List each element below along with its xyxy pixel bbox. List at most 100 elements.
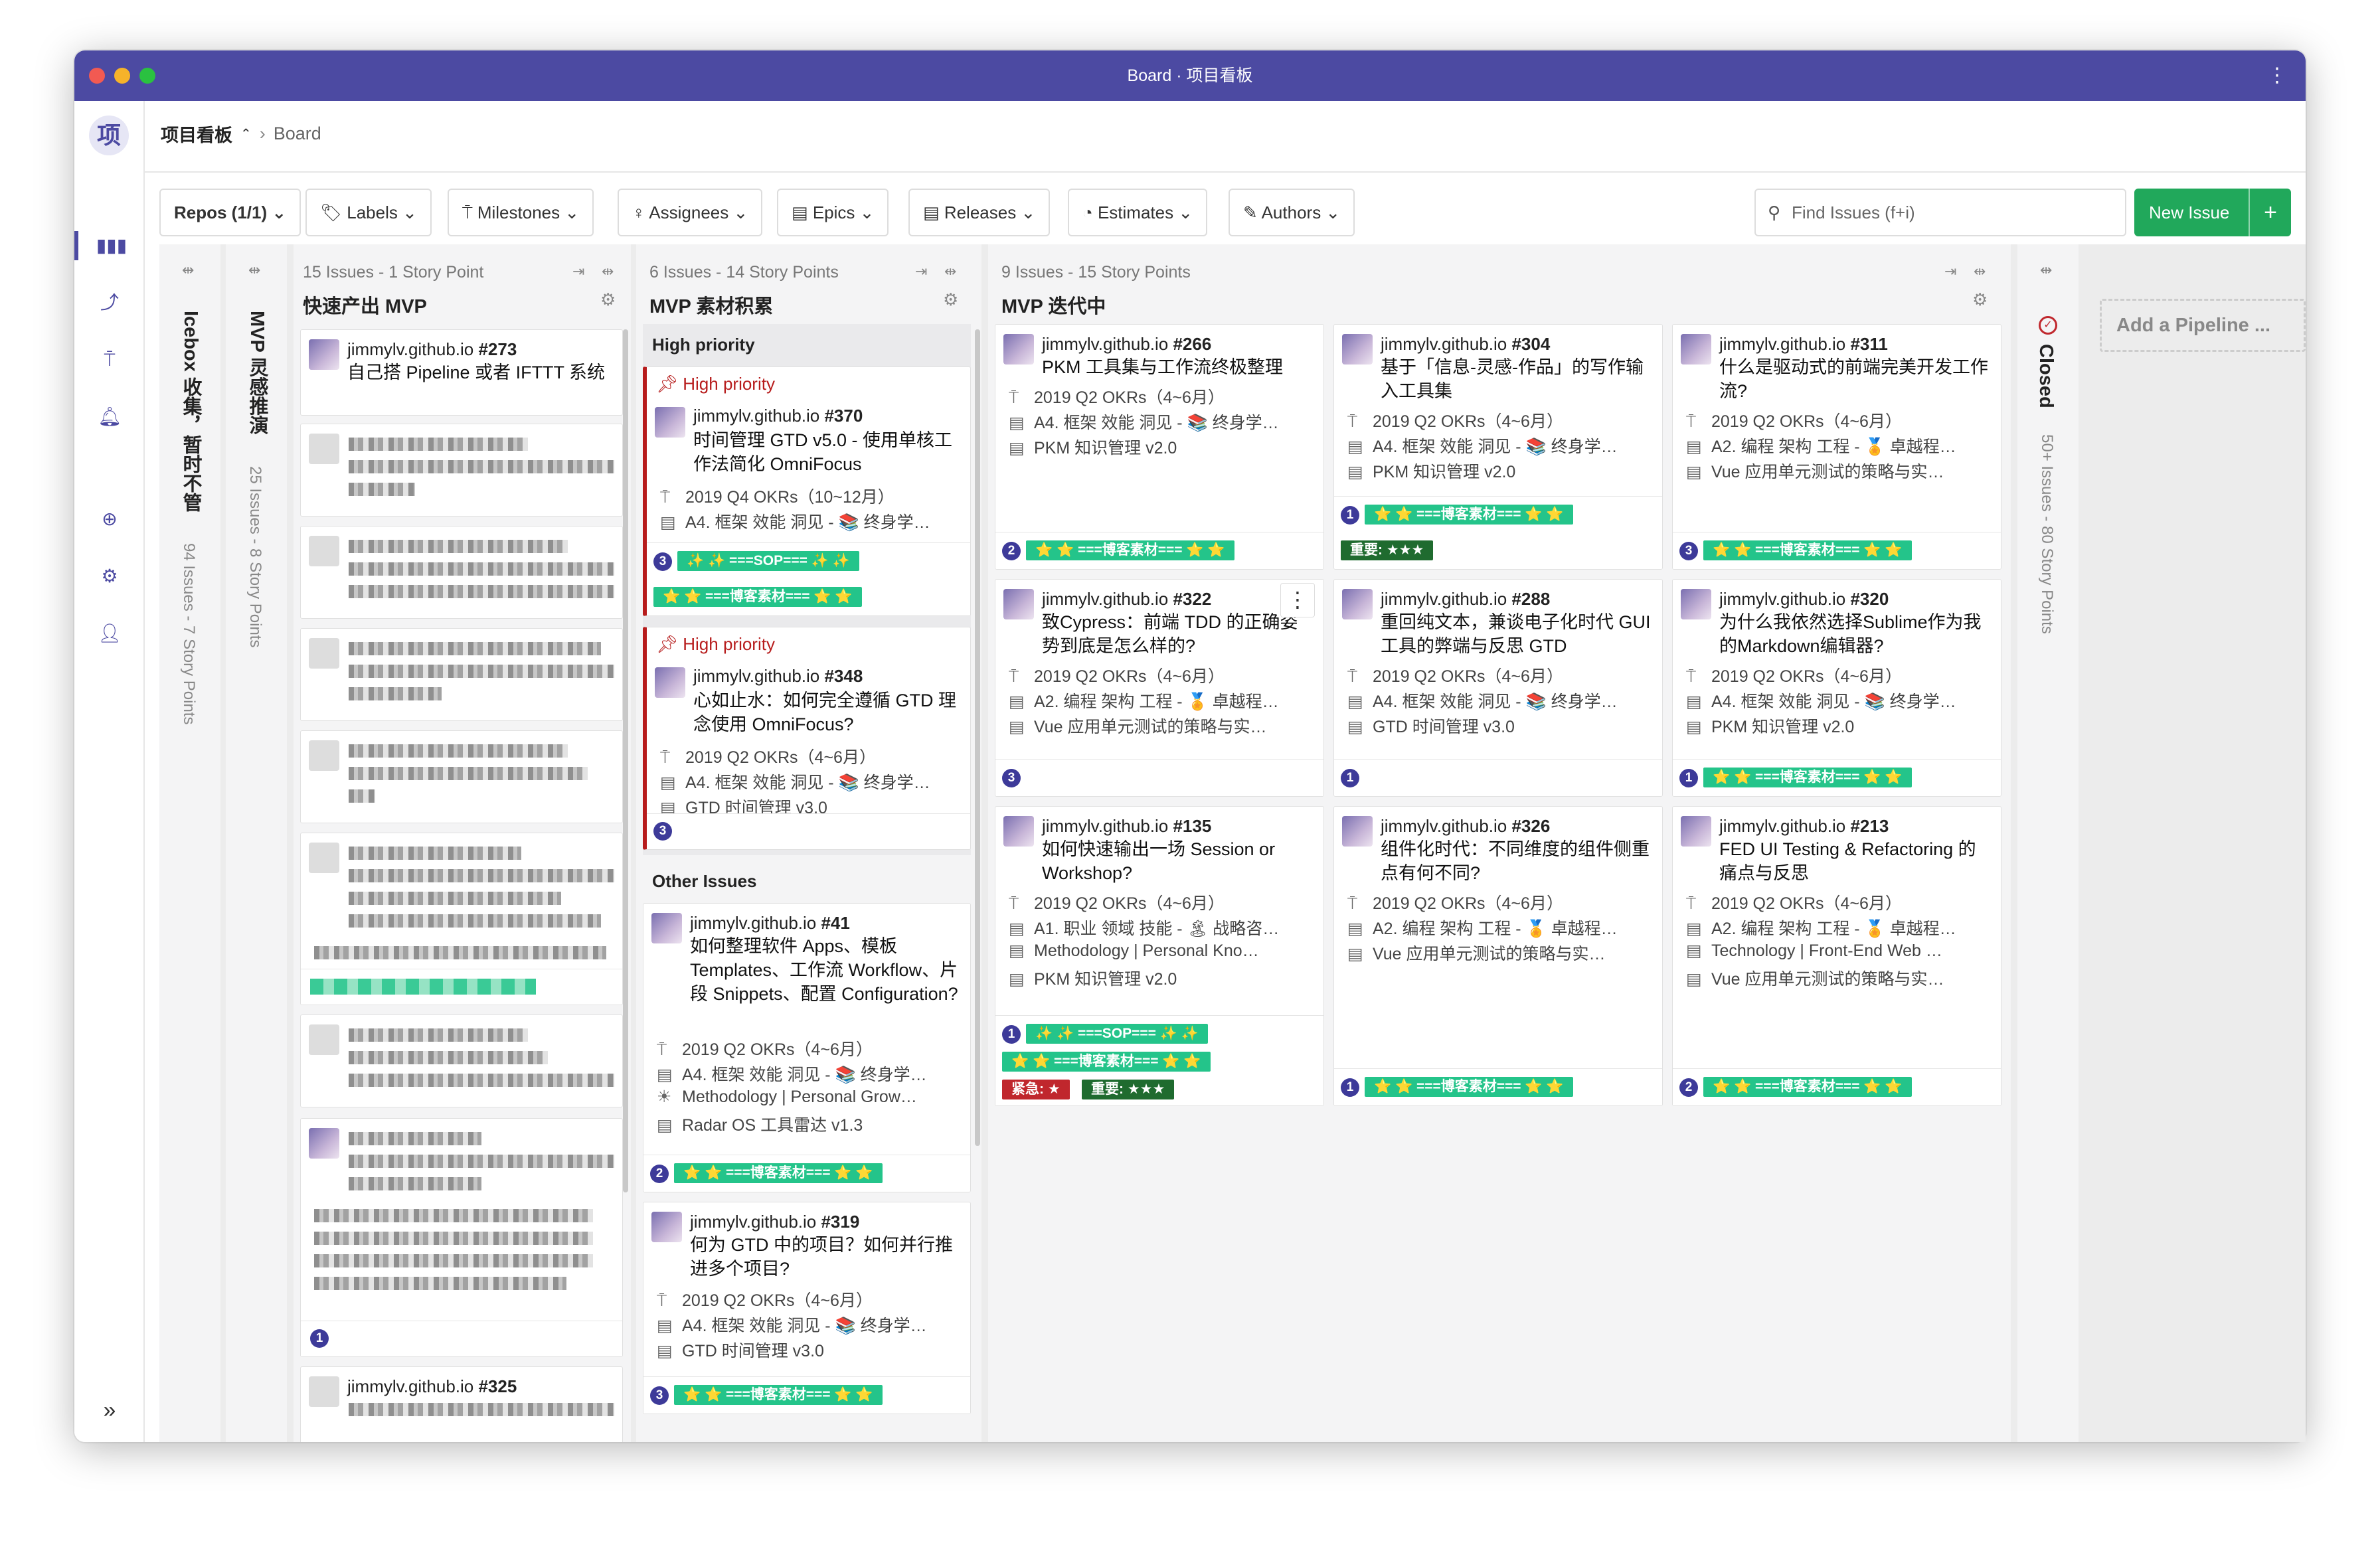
estimate-badge: 1 — [1002, 1025, 1021, 1044]
expand-pipeline-icon[interactable]: ⇹ — [182, 262, 194, 279]
issue-card-blurred[interactable] — [300, 730, 623, 823]
label-blog[interactable]: ⭐ ⭐ ===博客素材=== ⭐ ⭐ — [674, 1163, 883, 1183]
issue-title[interactable]: 为什么我依然选择Sublime作为我的Markdown编辑器? — [1719, 610, 1993, 658]
workspace-logo[interactable]: 项 — [89, 116, 129, 155]
workspace-switcher[interactable]: 项目看板 — [161, 121, 232, 147]
issue-title[interactable]: 心如止水：如何完全遵循 GTD 理念使用 OmniFocus? — [693, 689, 962, 736]
issue-card-370[interactable]: 📌︎ High priority jimmylv.github.io #370 … — [643, 366, 971, 616]
issue-card-266[interactable]: jimmylv.github.io #266 PKM 工具集与工作流终极整理 ⍑ 20… — [995, 324, 1324, 570]
new-issue-plus-icon[interactable]: + — [2249, 189, 2291, 236]
pin-pipeline-icon[interactable]: ⇹ — [1974, 263, 1986, 280]
add-pipeline-button[interactable]: Add a Pipeline ... — [2100, 299, 2306, 352]
epic-icon: ▤ — [657, 1066, 673, 1084]
label-tag[interactable]: ⭐ ⭐ ===博客素材=== ⭐ ⭐ — [1703, 1077, 1912, 1097]
issue-card-319[interactable]: jimmylv.github.io #319 何为 GTD 中的项目？如何并行推… — [643, 1202, 971, 1414]
label-blog[interactable]: ⭐ ⭐ ===博客素材=== ⭐ ⭐ — [653, 587, 862, 607]
estimate-badge: 3 — [653, 822, 672, 841]
issue-card-135[interactable]: jimmylv.github.io #135 如何快速输出一场 Session o… — [995, 806, 1324, 1106]
issue-card-320[interactable]: jimmylv.github.io #320 为什么我依然选择Sublime作为我… — [1672, 579, 2001, 797]
issue-title[interactable]: 时间管理 GTD v5.0 - 使用单核工作法简化 OmniFocus — [693, 428, 962, 476]
issue-card-blurred[interactable]: 1 — [300, 1118, 623, 1357]
issue-card-blurred[interactable] — [300, 833, 623, 1005]
pipeline-settings-icon[interactable]: ⚙ — [1972, 289, 1988, 310]
collapse-pipeline-icon[interactable]: ⇥ — [572, 263, 584, 280]
issue-card-326[interactable]: jimmylv.github.io #326 组件化时代：不同维度的组件侧重点有何… — [1333, 806, 1663, 1106]
issue-card-304[interactable]: jimmylv.github.io #304 基于「信息-灵感-作品」的写作输入工… — [1333, 324, 1663, 570]
label-tag[interactable]: ⭐ ⭐ ===博客素材=== ⭐ ⭐ — [1026, 540, 1234, 560]
issue-title[interactable]: 重回纯文本，兼谈电子化时代 GUI 工具的弊端与反思 GTD — [1381, 610, 1654, 658]
label-blog[interactable]: ⭐ ⭐ ===博客素材=== ⭐ ⭐ — [674, 1385, 883, 1405]
avatar — [1342, 589, 1373, 619]
issue-card-273[interactable]: jimmylv.github.io #273 自己搭 Pipeline 或者 I… — [300, 329, 623, 416]
expand-pipeline-icon[interactable]: ⇹ — [2040, 262, 2052, 279]
label-tag[interactable]: ⭐ ⭐ ===博客素材=== ⭐ ⭐ — [1365, 1077, 1573, 1097]
issue-title[interactable]: 如何整理软件 Apps、模板 Templates、工作流 Workflow、片段… — [690, 934, 962, 1006]
board-icon[interactable]: ▮▮▮ — [74, 231, 145, 260]
issue-title[interactable]: 自己搭 Pipeline 或者 IFTTT 系统 — [347, 361, 614, 384]
repos-filter-button[interactable]: Repos (1/1) ⌄ — [159, 189, 301, 236]
roadmap-icon[interactable]: ⍑ — [74, 345, 145, 374]
new-issue-button[interactable]: New Issue + — [2134, 189, 2291, 236]
left-rail: 项 ▮▮▮ ⤴ ⍑ 🔔︎ ⊕ ⚙ 👤︎ » — [74, 101, 145, 1442]
pipeline-mvp-inspire[interactable]: ⇹ MVP 灵感推演 25 Issues - 8 Story Points — [226, 244, 287, 1442]
issue-card-41[interactable]: jimmylv.github.io #41 如何整理软件 Apps、模板 Tem… — [643, 903, 971, 1192]
milestones-filter-button[interactable]: ⍑ Milestones ⌄ — [448, 189, 594, 236]
collapse-pipeline-icon[interactable]: ⇥ — [915, 263, 927, 280]
issue-card-348[interactable]: 📌︎ High priority jimmylv.github.io #348 … — [643, 627, 971, 850]
avatar — [309, 536, 339, 566]
reports-icon[interactable]: ⤴ — [74, 288, 145, 317]
window-menu-icon[interactable]: ⋮ — [2267, 64, 2287, 88]
pipeline-settings-icon[interactable]: ⚙ — [600, 289, 616, 310]
issue-title[interactable]: 什么是驱动式的前端完美开发工作流? — [1719, 355, 1993, 403]
label-important[interactable]: 重要: ★★★ — [1082, 1080, 1175, 1099]
epics-filter-button[interactable]: ▤ Epics ⌄ — [777, 189, 889, 236]
issue-meta: ▤ GTD 时间管理 v3.0 — [1347, 718, 1515, 736]
label-tag[interactable]: ⭐ ⭐ ===博客素材=== ⭐ ⭐ — [1703, 540, 1912, 560]
issue-card-325[interactable]: jimmylv.github.io #325 — [300, 1366, 623, 1442]
issue-card-288[interactable]: jimmylv.github.io #288 重回纯文本，兼谈电子化时代 GUI … — [1333, 579, 1663, 797]
issue-title[interactable]: 何为 GTD 中的项目？如何并行推进多个项目? — [690, 1233, 962, 1281]
pipeline-icebox[interactable]: ⇹ Icebox 收集，暂时不管 94 Issues - 7 Story Poi… — [159, 244, 220, 1442]
labels-filter-button[interactable]: 🏷︎ Labels ⌄ — [305, 189, 432, 236]
add-icon[interactable]: ⊕ — [74, 505, 145, 534]
issue-title[interactable]: PKM 工具集与工作流终极整理 — [1042, 355, 1316, 379]
issue-title[interactable]: FED UI Testing & Refactoring 的痛点与反思 — [1719, 837, 1993, 885]
label-tag[interactable]: ⭐ ⭐ ===博客素材=== ⭐ ⭐ — [1365, 505, 1573, 525]
issue-card-blurred[interactable] — [300, 628, 623, 721]
label-blog[interactable]: ⭐ ⭐ ===博客素材=== ⭐ ⭐ — [1002, 1052, 1211, 1072]
pipeline-closed[interactable]: ⇹ ✓ Closed 50+ Issues - 80 Story Points — [2017, 244, 2079, 1442]
issue-card-blurred[interactable] — [300, 424, 623, 517]
settings-gear-icon[interactable]: ⚙ — [74, 562, 145, 591]
label-important[interactable]: 重要: ★★★ — [1341, 540, 1434, 560]
releases-filter-button[interactable]: ▤ Releases ⌄ — [908, 189, 1051, 236]
issue-title[interactable]: 组件化时代：不同维度的组件侧重点有何不同? — [1381, 837, 1654, 885]
collapse-pipeline-icon[interactable]: ⇥ — [1944, 263, 1956, 280]
issue-title[interactable]: 如何快速输出一场 Session or Workshop? — [1042, 837, 1316, 885]
label-urgent[interactable]: 紧急: ★ — [1002, 1080, 1070, 1099]
pin-pipeline-icon[interactable]: ⇹ — [602, 263, 614, 280]
authors-filter-button[interactable]: ✎ Authors ⌄ — [1229, 189, 1355, 236]
label-tag[interactable]: ⭐ ⭐ ===博客素材=== ⭐ ⭐ — [1703, 768, 1912, 787]
scrollbar[interactable] — [623, 329, 628, 1192]
issue-card-blurred[interactable] — [300, 526, 623, 619]
notifications-bell-icon[interactable]: 🔔︎ — [74, 402, 145, 432]
scrollbar[interactable] — [975, 329, 980, 1146]
issue-card-213[interactable]: jimmylv.github.io #213 FED UI Testing & R… — [1672, 806, 2001, 1106]
estimates-filter-button[interactable]: ◔ Estimates ⌄ — [1068, 189, 1208, 236]
search-input[interactable]: ⚲ Find Issues (f+i) — [1754, 189, 2126, 236]
issue-title[interactable]: 基于「信息-灵感-作品」的写作输入工具集 — [1381, 355, 1654, 403]
switcher-chevron-icon[interactable]: ⌃ — [240, 125, 252, 142]
issue-card-322[interactable]: jimmylv.github.io #322 致Cypress：前端 TDD 的正… — [995, 579, 1324, 797]
expand-rail-icon[interactable]: » — [74, 1398, 145, 1423]
issue-card-blurred[interactable] — [300, 1015, 623, 1107]
assignees-filter-button[interactable]: ♀ Assignees ⌄ — [618, 189, 763, 236]
issue-card-311[interactable]: jimmylv.github.io #311 什么是驱动式的前端完美开发工作流? ⍑… — [1672, 324, 2001, 570]
label-sop[interactable]: ✨ ✨ ===SOP=== ✨ ✨ — [677, 551, 859, 571]
card-menu-icon[interactable]: ⋮ — [1280, 583, 1315, 617]
pipeline-settings-icon[interactable]: ⚙ — [943, 289, 958, 310]
issue-title[interactable]: 致Cypress：前端 TDD 的正确姿势到底是怎么样的? — [1042, 610, 1316, 658]
expand-pipeline-icon[interactable]: ⇹ — [248, 262, 260, 279]
invite-user-icon[interactable]: 👤︎ — [74, 619, 145, 648]
pin-pipeline-icon[interactable]: ⇹ — [944, 263, 956, 280]
label-tag[interactable]: ✨ ✨ ===SOP=== ✨ ✨ — [1026, 1024, 1208, 1044]
